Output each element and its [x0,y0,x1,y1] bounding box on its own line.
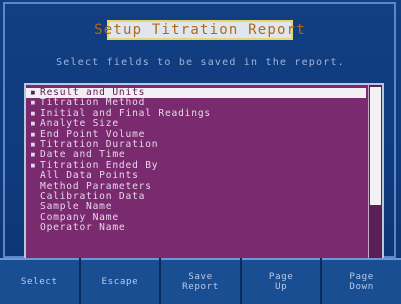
escape-button[interactable]: Escape [80,258,160,304]
list-item-label: Date and Time [40,149,126,161]
list-item[interactable] [26,233,366,243]
select-button[interactable]: Select [0,258,79,304]
report-fields-list[interactable]: ▪ Result and Units ▪ Titration Method ▪ Initi… [24,83,384,265]
list-item-label: Initial and Final Readings [40,107,211,119]
list-item-label: Sample Name [40,201,113,213]
list-item-label: Method Parameters [40,180,152,192]
list-item-label: Calibration Data [40,190,146,202]
softkey-bar: Select Escape Save Report Page Up Page D… [0,258,401,304]
list-items-container: ▪ Result and Units ▪ Titration Method ▪ Initi… [26,87,366,263]
titration-setup-screen: Setup Titration Report Select fields to … [0,0,401,304]
list-item-label: End Point Volume [40,128,146,140]
list-item-label: Titration Method [40,97,146,109]
page-down-button[interactable]: Page Down [322,258,401,304]
list-item-label: Operator Name [40,222,126,234]
list-item[interactable] [26,244,366,254]
list-item[interactable]: Operator Name [26,222,366,234]
list-item-label: Company Name [40,211,119,223]
page-up-button[interactable]: Page Up [241,258,321,304]
scrollbar[interactable] [368,85,382,263]
list-item-label: All Data Points [40,170,139,182]
title-box: Setup Titration Report [94,20,305,40]
checkbox-mark-icon: ▪ [30,159,37,171]
page-title: Setup Titration Report [94,22,306,38]
list-item-label: Titration Duration [40,138,159,150]
list-item-label: Analyte Size [40,118,119,130]
scrollbar-thumb[interactable] [370,87,381,205]
list-item-label: Titration Ended By [40,159,159,171]
save-report-button[interactable]: Save Report [161,258,240,304]
list-item-label: Result and Units [40,87,146,98]
instruction-text: Select fields to be saved in the report. [56,57,345,68]
